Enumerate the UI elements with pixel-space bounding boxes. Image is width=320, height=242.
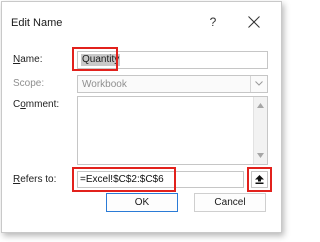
refers-to-input[interactable]: =Excel!$C$2:$C$6 [77,171,244,188]
comment-scrollbar[interactable] [253,97,267,164]
refers-to-value: =Excel!$C$2:$C$6 [80,174,164,185]
comment-label: Comment: [13,99,60,110]
edit-name-dialog: Edit Name ? Name: Quantity Scope: Workbo… [1,1,282,233]
name-input[interactable]: Quantity [77,51,268,69]
name-label: Name: [13,54,43,65]
name-value: Quantity [81,54,121,66]
chevron-down-icon [255,81,263,86]
comment-textarea[interactable] [77,96,268,165]
collapse-dialog-button[interactable] [251,171,268,188]
collapse-arrow-icon [255,175,264,184]
scope-select[interactable]: Workbook [77,75,268,93]
ok-button[interactable]: OK [106,193,178,212]
scroll-up-icon[interactable] [257,103,264,108]
cancel-button[interactable]: Cancel [194,193,266,212]
close-icon [248,16,260,28]
scope-dropdown-button[interactable] [250,76,267,92]
dialog-title: Edit Name [11,17,63,29]
refers-to-label: Refers to: [13,174,57,185]
close-button[interactable] [242,11,266,33]
scope-label: Scope: [13,78,45,89]
help-button[interactable]: ? [202,11,224,33]
scroll-down-icon[interactable] [257,153,264,158]
scope-value: Workbook [82,79,127,90]
